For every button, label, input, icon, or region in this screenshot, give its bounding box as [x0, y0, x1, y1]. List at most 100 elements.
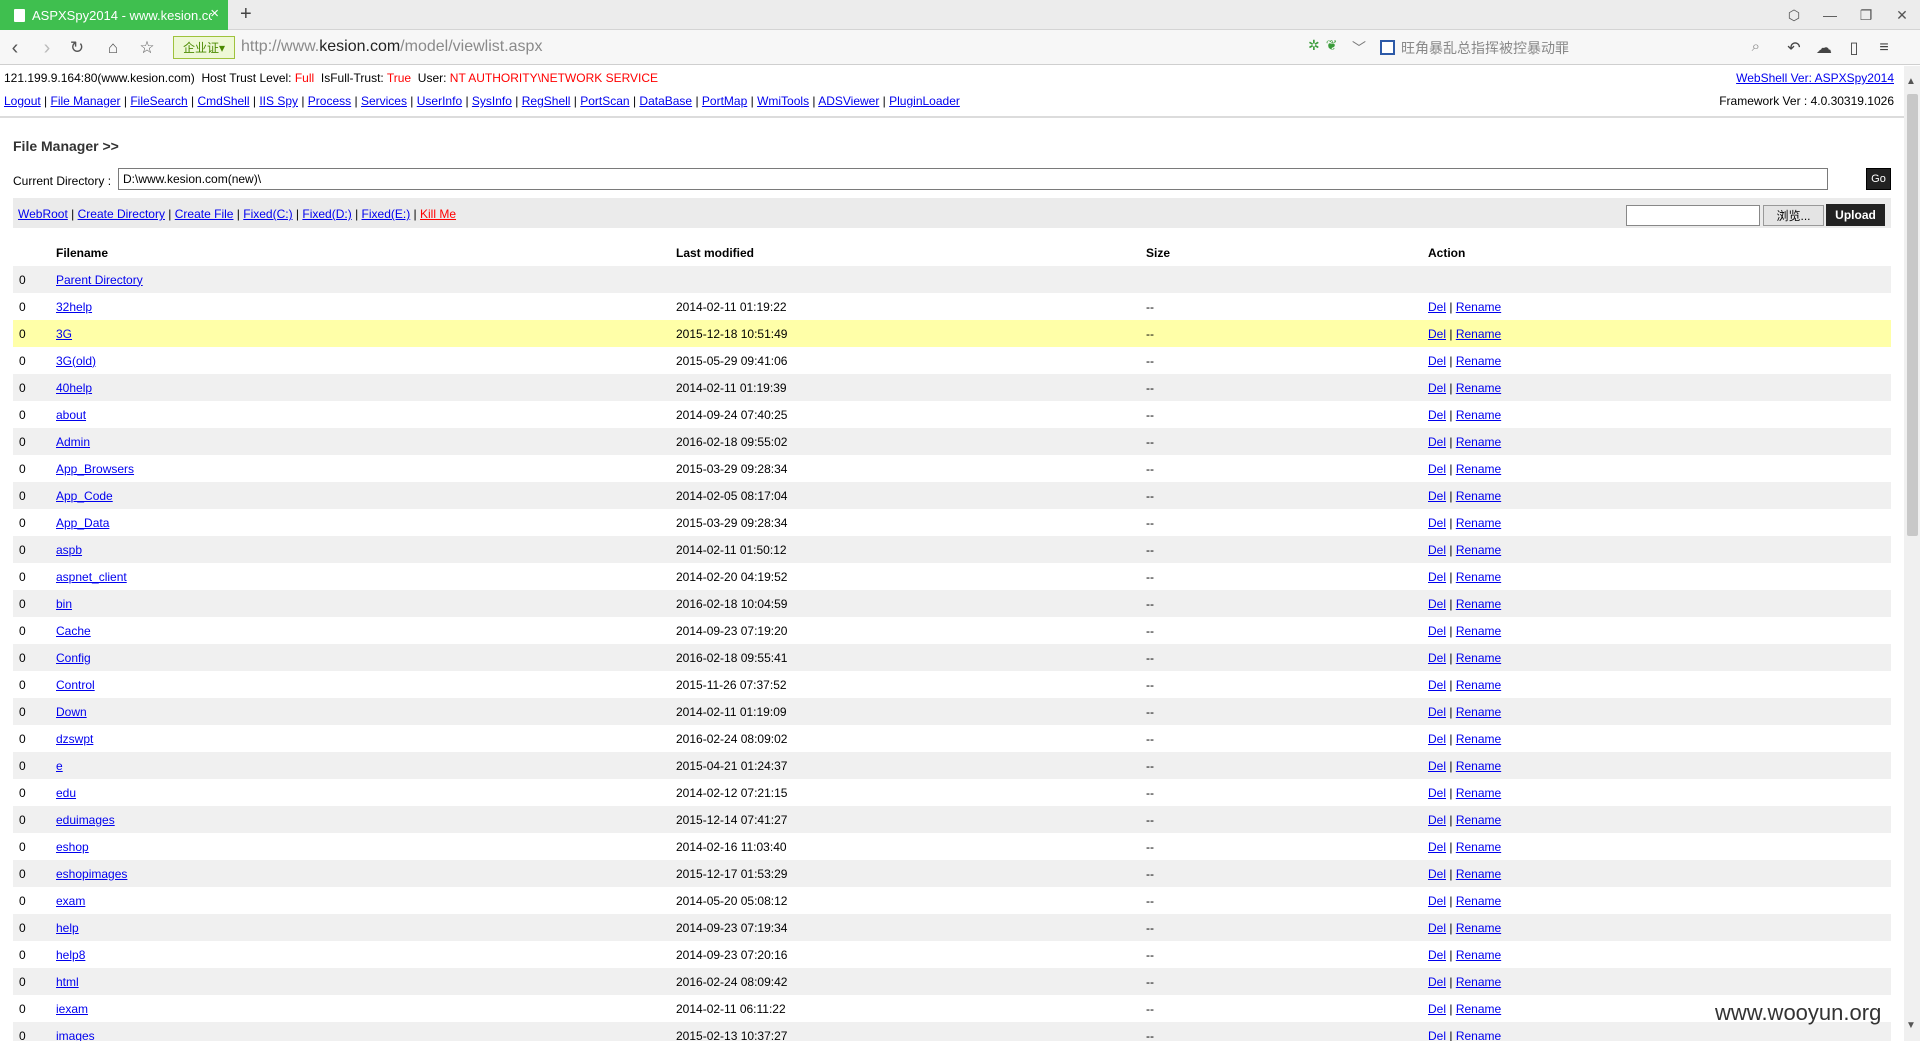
chevron-down-icon[interactable]: ﹀: [1352, 38, 1366, 58]
rename-link[interactable]: Rename: [1456, 624, 1501, 638]
rename-link[interactable]: Rename: [1456, 543, 1501, 557]
delete-link[interactable]: Del: [1428, 975, 1446, 989]
browser-tab-active[interactable]: ASPXSpy2014 - www.kesion.cc ×: [0, 0, 228, 30]
favorite-star-icon[interactable]: ☆: [134, 35, 160, 61]
rename-link[interactable]: Rename: [1456, 921, 1501, 935]
folder-link[interactable]: eduimages: [56, 813, 115, 827]
menu-item-pluginloader[interactable]: PluginLoader: [889, 94, 960, 108]
delete-link[interactable]: Del: [1428, 1002, 1446, 1016]
delete-link[interactable]: Del: [1428, 570, 1446, 584]
forward-icon[interactable]: ›: [34, 35, 60, 61]
rename-link[interactable]: Rename: [1456, 705, 1501, 719]
folder-link[interactable]: bin: [56, 597, 72, 611]
rename-link[interactable]: Rename: [1456, 381, 1501, 395]
minimize-icon[interactable]: —: [1812, 0, 1848, 30]
news-search-box[interactable]: 旺角暴乱总指挥被控暴动罪 ⌕: [1380, 34, 1760, 61]
upload-button[interactable]: Upload: [1826, 204, 1885, 226]
menu-item-file-manager[interactable]: File Manager: [51, 94, 121, 108]
folder-link[interactable]: App_Code: [56, 489, 113, 503]
scroll-up-icon[interactable]: ▲: [1906, 76, 1916, 87]
rename-link[interactable]: Rename: [1456, 300, 1501, 314]
folder-link[interactable]: 3G(old): [56, 354, 96, 368]
menu-item-adsviewer[interactable]: ADSViewer: [818, 94, 879, 108]
leaf-icon[interactable]: ❦: [1326, 37, 1338, 54]
menu-item-database[interactable]: DataBase: [639, 94, 692, 108]
menu-item-iis-spy[interactable]: IIS Spy: [259, 94, 298, 108]
toolbar-link-fixed-d[interactable]: Fixed(D:): [302, 207, 351, 221]
delete-link[interactable]: Del: [1428, 705, 1446, 719]
delete-link[interactable]: Del: [1428, 678, 1446, 692]
delete-link[interactable]: Del: [1428, 813, 1446, 827]
folder-link[interactable]: eshop: [56, 840, 89, 854]
rename-link[interactable]: Rename: [1456, 651, 1501, 665]
folder-link[interactable]: aspnet_client: [56, 570, 127, 584]
rename-link[interactable]: Rename: [1456, 516, 1501, 530]
rename-link[interactable]: Rename: [1456, 597, 1501, 611]
rename-link[interactable]: Rename: [1456, 462, 1501, 476]
enterprise-cert-badge[interactable]: 企业证▾: [173, 36, 235, 59]
reload-icon[interactable]: ↻: [64, 35, 90, 61]
menu-item-regshell[interactable]: RegShell: [522, 94, 571, 108]
delete-link[interactable]: Del: [1428, 894, 1446, 908]
folder-link[interactable]: edu: [56, 786, 76, 800]
folder-link[interactable]: help8: [56, 948, 85, 962]
delete-link[interactable]: Del: [1428, 354, 1446, 368]
toolbar-link-create-directory[interactable]: Create Directory: [78, 207, 165, 221]
rename-link[interactable]: Rename: [1456, 354, 1501, 368]
menu-icon[interactable]: ≡: [1872, 35, 1896, 61]
phone-icon[interactable]: ▯: [1842, 35, 1866, 61]
folder-link[interactable]: images: [56, 1029, 95, 1041]
cloud-icon[interactable]: ☁: [1812, 35, 1836, 61]
delete-link[interactable]: Del: [1428, 435, 1446, 449]
menu-item-portmap[interactable]: PortMap: [702, 94, 747, 108]
folder-link[interactable]: e: [56, 759, 63, 773]
toolbar-link-webroot[interactable]: WebRoot: [18, 207, 68, 221]
folder-link[interactable]: Control: [56, 678, 95, 692]
new-tab-button[interactable]: +: [240, 3, 252, 26]
delete-link[interactable]: Del: [1428, 543, 1446, 557]
menu-item-logout[interactable]: Logout: [4, 94, 41, 108]
kill-me-link[interactable]: Kill Me: [420, 207, 456, 221]
browse-button[interactable]: 浏览...: [1763, 205, 1824, 226]
go-button[interactable]: Go: [1866, 168, 1891, 190]
menu-item-process[interactable]: Process: [308, 94, 351, 108]
folder-link[interactable]: App_Data: [56, 516, 109, 530]
delete-link[interactable]: Del: [1428, 732, 1446, 746]
upload-file-input[interactable]: [1626, 205, 1760, 226]
rename-link[interactable]: Rename: [1456, 759, 1501, 773]
rename-link[interactable]: Rename: [1456, 408, 1501, 422]
rename-link[interactable]: Rename: [1456, 489, 1501, 503]
delete-link[interactable]: Del: [1428, 408, 1446, 422]
folder-link[interactable]: html: [56, 975, 79, 989]
folder-link[interactable]: Admin: [56, 435, 90, 449]
menu-item-filesearch[interactable]: FileSearch: [130, 94, 187, 108]
folder-link[interactable]: aspb: [56, 543, 82, 557]
current-directory-input[interactable]: [118, 168, 1828, 190]
delete-link[interactable]: Del: [1428, 462, 1446, 476]
folder-link[interactable]: eshopimages: [56, 867, 127, 881]
search-icon[interactable]: ⌕: [1752, 38, 1760, 55]
toolbar-link-fixed-c[interactable]: Fixed(C:): [243, 207, 292, 221]
delete-link[interactable]: Del: [1428, 489, 1446, 503]
delete-link[interactable]: Del: [1428, 759, 1446, 773]
rename-link[interactable]: Rename: [1456, 894, 1501, 908]
undo-icon[interactable]: ↶: [1782, 35, 1806, 61]
rename-link[interactable]: Rename: [1456, 975, 1501, 989]
rename-link[interactable]: Rename: [1456, 435, 1501, 449]
delete-link[interactable]: Del: [1428, 516, 1446, 530]
delete-link[interactable]: Del: [1428, 624, 1446, 638]
folder-link[interactable]: 32help: [56, 300, 92, 314]
restore-icon[interactable]: ❐: [1848, 0, 1884, 30]
rename-link[interactable]: Rename: [1456, 1002, 1501, 1016]
skin-icon[interactable]: ⬡: [1776, 0, 1812, 30]
delete-link[interactable]: Del: [1428, 786, 1446, 800]
url-field[interactable]: http://www.kesion.com/model/viewlist.asp…: [241, 38, 542, 56]
menu-item-wmitools[interactable]: WmiTools: [757, 94, 809, 108]
delete-link[interactable]: Del: [1428, 1029, 1446, 1041]
rename-link[interactable]: Rename: [1456, 948, 1501, 962]
rename-link[interactable]: Rename: [1456, 570, 1501, 584]
delete-link[interactable]: Del: [1428, 300, 1446, 314]
rename-link[interactable]: Rename: [1456, 840, 1501, 854]
parent-directory-link[interactable]: Parent Directory: [56, 273, 143, 287]
delete-link[interactable]: Del: [1428, 651, 1446, 665]
